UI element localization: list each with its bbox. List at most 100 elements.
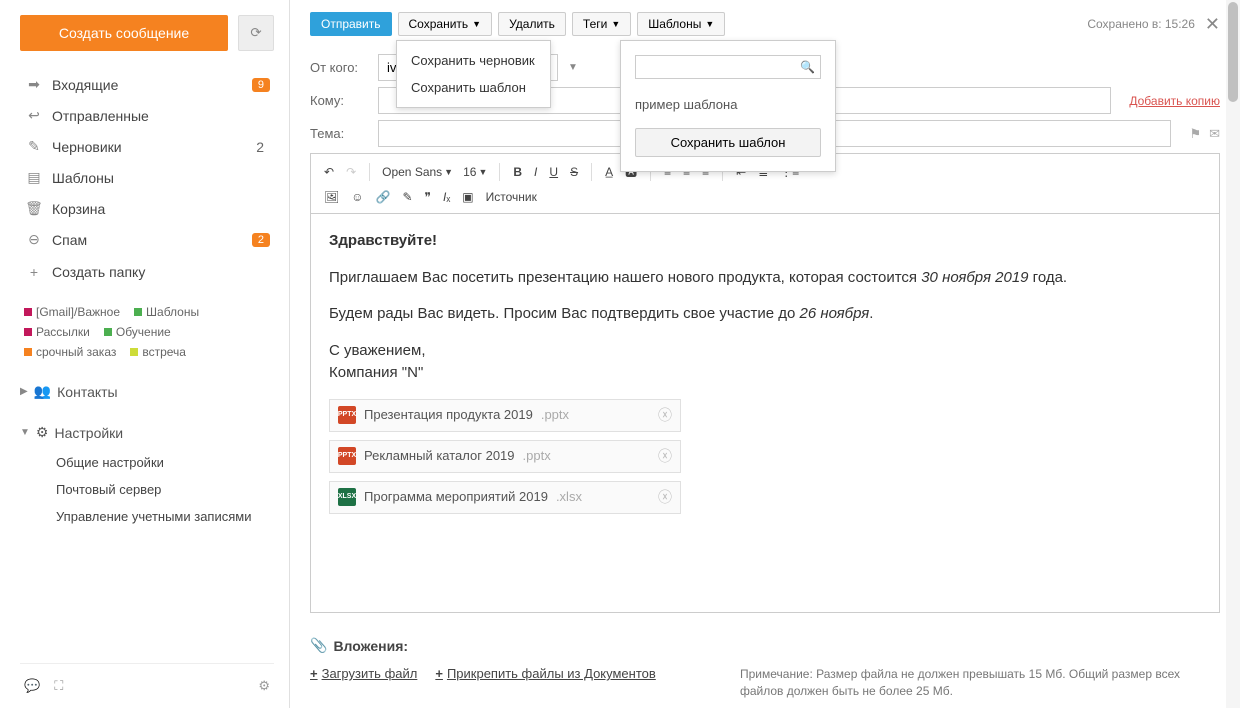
settings-label: Настройки [54,425,123,441]
tag-label: Обучение [116,325,171,339]
caret-down-icon: ▼ [705,19,714,29]
people-icon: 👥 [34,383,51,400]
tag[interactable]: Рассылки [24,325,90,339]
strike-icon[interactable]: S [565,162,583,182]
search-icon: 🔍 [800,60,815,74]
folder-icon: ↩ [24,107,44,124]
template-item[interactable]: пример шаблона [635,93,821,128]
caret-down-icon: ▼ [444,167,453,177]
upload-file-link[interactable]: + Загрузить файл [310,666,417,681]
remove-attachment-icon[interactable]: ⓧ [658,446,672,467]
attach-from-docs-link[interactable]: + Прикрепить файлы из Документов [435,666,655,681]
caret-down-icon[interactable]: ▼ [568,62,578,73]
attachments-header: Вложения: [333,638,408,654]
send-button[interactable]: Отправить [310,12,392,36]
save-dropdown: Сохранить черновик Сохранить шаблон [396,40,551,108]
tag[interactable]: [Gmail]/Важное [24,305,120,319]
image-icon[interactable]: 🖼 [319,187,344,207]
tag-color [134,308,142,316]
remove-attachment-icon[interactable]: ⓧ [658,487,672,508]
folder-label: Корзина [52,201,105,217]
gear-icon[interactable]: ⚙ [258,678,270,694]
settings-sub-item[interactable]: Управление учетными записями [20,503,274,530]
save-template-item[interactable]: Сохранить шаблон [397,74,550,101]
sidebar-folder[interactable]: ▤Шаблоны [20,162,274,193]
attachment-name: Презентация продукта 2019 [364,405,533,425]
settings-sub-item[interactable]: Почтовый сервер [20,476,274,503]
tag-color [130,348,138,356]
compose-button[interactable]: Создать сообщение [20,15,228,51]
tags-button[interactable]: Теги▼ [572,12,631,36]
folder-label: Входящие [52,77,118,93]
folder-label: Спам [52,232,87,248]
create-folder-link[interactable]: +Создать папку [20,257,274,287]
textcolor-icon[interactable]: A̲ [600,162,618,182]
sidebar-folder[interactable]: ⊖Спам2 [20,224,274,255]
plus-icon: + [24,264,44,280]
chat-icon[interactable]: 💬 [24,678,40,694]
close-icon[interactable]: ✕ [1205,14,1220,35]
save-template-button[interactable]: Сохранить шаблон [635,128,821,157]
folder-label: Черновики [52,139,122,155]
sidebar-folder[interactable]: ✎Черновики2 [20,131,274,162]
template-search-input[interactable] [635,55,821,79]
to-label: Кому: [310,93,368,108]
tag[interactable]: Обучение [104,325,171,339]
tag[interactable]: встреча [130,345,186,359]
underline-icon[interactable]: U [544,162,563,182]
signature-icon[interactable]: ✎ [397,187,417,207]
contacts-section[interactable]: ▶ 👥 Контакты [20,383,274,400]
folder-icon: ▤ [24,169,44,186]
clear-format-icon[interactable]: Iₓ [438,187,455,207]
fontsize-select[interactable]: 16 ▼ [459,163,491,181]
bold-icon[interactable]: B [508,162,527,182]
scrollbar[interactable] [1226,0,1240,708]
source-icon[interactable]: ▣ [457,187,478,207]
add-copy-link[interactable]: Добавить копию [1129,94,1220,108]
tag[interactable]: срочный заказ [24,345,116,359]
save-draft-item[interactable]: Сохранить черновик [397,47,550,74]
greeting-text: Здравствуйте! [329,232,437,249]
folder-label: Отправленные [52,108,149,124]
refresh-button[interactable]: ⟳ [238,15,274,51]
undo-icon[interactable]: ↶ [319,162,339,182]
remove-attachment-icon[interactable]: ⓧ [658,405,672,426]
link-icon[interactable]: 🔗 [371,187,396,207]
attachment: PPTXРекламный каталог 2019.pptxⓧ [329,440,681,473]
sidebar-folder[interactable]: 🗑 Корзина [20,193,274,224]
sidebar-folder[interactable]: ➡Входящие9 [20,69,274,100]
tag-label: [Gmail]/Важное [36,305,120,319]
folder-icon: 🗑 [24,200,44,217]
settings-sub-item[interactable]: Общие настройки [20,449,274,476]
font-select[interactable]: Open Sans ▼ [378,163,457,181]
attachment-ext: .pptx [523,446,551,466]
flag-icon[interactable]: ⚑ [1189,126,1201,142]
attachment: PPTXПрезентация продукта 2019.pptxⓧ [329,399,681,432]
filetype-icon: XLSX [338,488,356,506]
templates-label: Шаблоны [648,17,701,31]
caret-down-icon: ▼ [478,167,487,177]
subject-label: Тема: [310,126,368,141]
sidebar-folder[interactable]: ↩ Отправленные [20,100,274,131]
editor-body[interactable]: Здравствуйте! Приглашаем Вас посетить пр… [310,213,1220,613]
quote-icon[interactable]: ❞ [420,187,436,207]
tag-label: срочный заказ [36,345,116,359]
tag-label: Шаблоны [146,305,199,319]
attachment-name: Программа мероприятий 2019 [364,487,548,507]
source-button[interactable]: Источник [481,187,542,207]
tag[interactable]: Шаблоны [134,305,199,319]
tag-label: Рассылки [36,325,90,339]
emoji-icon[interactable]: ☺ [346,187,368,207]
envelope-icon[interactable]: ✉ [1209,126,1220,142]
redo-icon[interactable]: ↷ [341,162,361,182]
main-toolbar: Отправить Сохранить▼ Удалить Теги▼ Шабло… [310,12,1220,36]
tag-color [24,328,32,336]
settings-section[interactable]: ▼ ⚙ Настройки [20,424,274,441]
expand-icon[interactable]: ⛶ [54,678,63,694]
italic-icon[interactable]: I [529,162,542,182]
save-button[interactable]: Сохранить▼ [398,12,493,36]
sidebar: Создать сообщение ⟳ ➡Входящие9↩Отправлен… [0,0,290,708]
delete-button[interactable]: Удалить [498,12,566,36]
badge: 9 [252,78,270,92]
templates-button[interactable]: Шаблоны ▼ [637,12,725,36]
